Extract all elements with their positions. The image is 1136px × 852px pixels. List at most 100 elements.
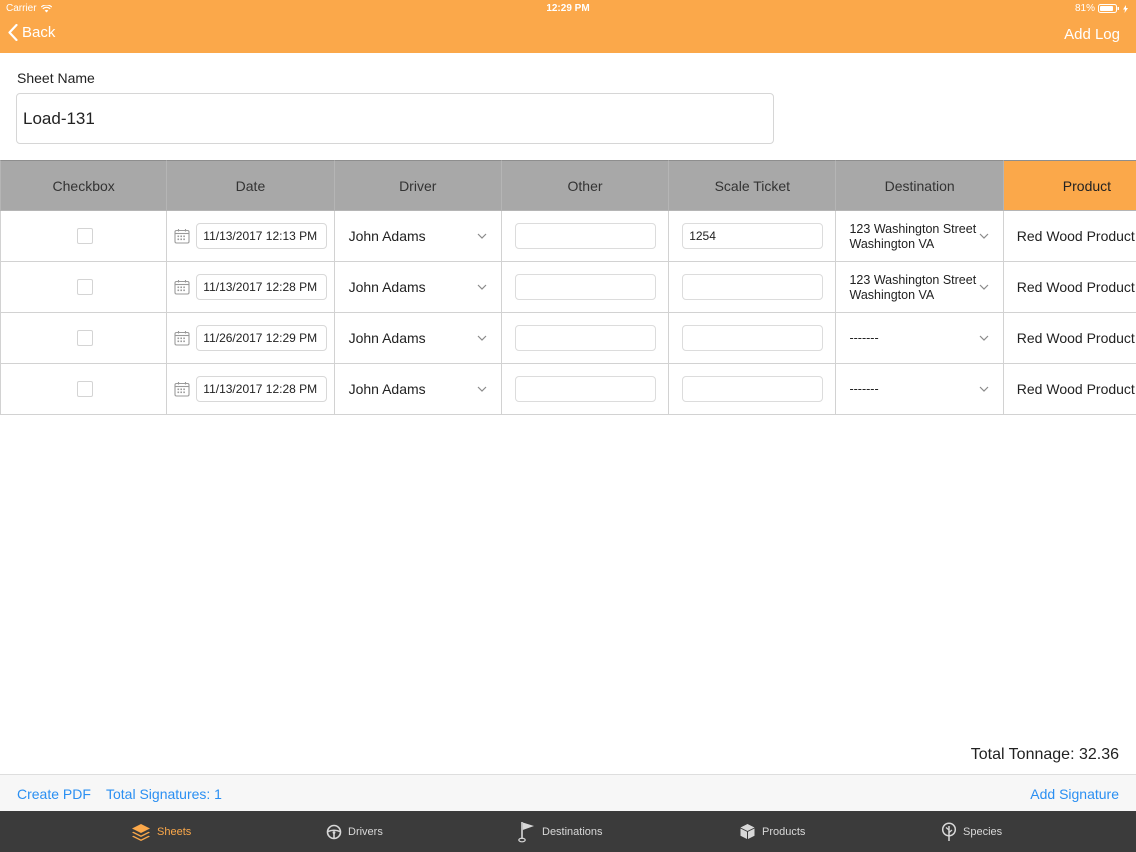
date-cell: 11/13/2017 12:13 PM (167, 211, 335, 262)
destination-value: ------- (849, 382, 879, 396)
other-input[interactable] (514, 274, 656, 300)
product-cell[interactable]: Red Wood Product (1003, 262, 1136, 313)
status-time: 12:29 PM (546, 3, 590, 14)
product-cell[interactable]: Red Wood Product (1003, 211, 1136, 262)
chevron-down-icon (477, 335, 487, 341)
other-cell (501, 313, 670, 364)
checkbox-cell (0, 262, 168, 313)
add-signature-button[interactable]: Add Signature (1030, 786, 1119, 802)
calendar-icon[interactable] (174, 279, 190, 295)
product-value: Red Wood Product (1016, 330, 1135, 346)
checkbox-cell (0, 211, 168, 262)
table-header-row: Checkbox Date Driver Other Scale Ticket … (0, 160, 1136, 211)
destination-dropdown[interactable]: ------- (836, 313, 1004, 364)
driver-value: John Adams (348, 330, 426, 346)
chevron-down-icon (979, 284, 989, 290)
product-cell[interactable]: Red Wood Product (1003, 313, 1136, 364)
log-table: Checkbox Date Driver Other Scale Ticket … (0, 160, 1136, 415)
driver-dropdown[interactable]: John Adams (334, 211, 502, 262)
chevron-down-icon (477, 233, 487, 239)
tab-species[interactable]: Species (941, 811, 1002, 852)
calendar-icon[interactable] (174, 381, 190, 397)
column-header-scale-ticket: Scale Ticket (669, 160, 837, 211)
date-field[interactable]: 11/13/2017 12:13 PM (196, 223, 328, 249)
scale-ticket-input[interactable]: 1254 (682, 223, 824, 249)
other-input[interactable] (514, 376, 656, 402)
steering-wheel-icon (326, 824, 342, 839)
column-header-checkbox: Checkbox (0, 160, 168, 211)
battery-icon (1098, 4, 1119, 13)
scale-ticket-cell: 1254 (669, 211, 837, 262)
scale-ticket-cell (669, 364, 837, 415)
chevron-down-icon (979, 335, 989, 341)
product-cell[interactable]: Red Wood Product (1003, 364, 1136, 415)
date-cell: 11/13/2017 12:28 PM (167, 364, 335, 415)
back-button[interactable]: Back (8, 24, 55, 41)
tab-drivers[interactable]: Drivers (326, 811, 383, 852)
charging-icon (1123, 4, 1128, 13)
status-battery: 81% (1075, 3, 1128, 14)
column-header-destination: Destination (836, 160, 1004, 211)
table-row: 11/13/2017 12:28 PM John Adams ------- R… (0, 364, 1136, 415)
product-value: Red Wood Product (1016, 279, 1135, 295)
table-row: 11/13/2017 12:13 PM John Adams 1254 123 … (0, 211, 1136, 262)
date-field[interactable]: 11/26/2017 12:29 PM (196, 325, 328, 351)
tab-label: Species (963, 825, 1003, 838)
table-row: 11/26/2017 12:29 PM John Adams ------- R… (0, 313, 1136, 364)
date-cell: 11/13/2017 12:28 PM (167, 262, 335, 313)
destination-value: 123 Washington Street Washington VA (849, 222, 977, 251)
checkbox-cell (0, 364, 168, 415)
chevron-down-icon (477, 386, 487, 392)
calendar-icon[interactable] (174, 228, 190, 244)
tab-bar: Sheets Drivers Destinations Products Spe… (0, 811, 1136, 852)
column-header-product[interactable]: Product (1003, 160, 1136, 211)
destination-dropdown[interactable]: 123 Washington Street Washington VA (836, 211, 1004, 262)
row-checkbox[interactable] (77, 381, 93, 397)
scale-ticket-cell (669, 313, 837, 364)
tab-label: Destinations (542, 825, 603, 838)
chevron-left-icon (8, 24, 18, 41)
tab-destinations[interactable]: Destinations (518, 811, 603, 852)
flag-icon (518, 821, 534, 842)
destination-value: ------- (849, 331, 879, 345)
product-value: Red Wood Product (1016, 381, 1135, 397)
scale-ticket-input[interactable] (682, 376, 824, 402)
driver-value: John Adams (348, 279, 426, 295)
tab-label: Drivers (348, 825, 383, 838)
table-row: 11/13/2017 12:28 PM John Adams 123 Washi… (0, 262, 1136, 313)
tab-products[interactable]: Products (739, 811, 805, 852)
create-pdf-button[interactable]: Create PDF (17, 786, 91, 802)
date-field[interactable]: 11/13/2017 12:28 PM (196, 274, 328, 300)
date-field[interactable]: 11/13/2017 12:28 PM (196, 376, 328, 402)
row-checkbox[interactable] (77, 330, 93, 346)
other-cell (501, 211, 670, 262)
other-cell (501, 262, 670, 313)
checkbox-cell (0, 313, 168, 364)
calendar-icon[interactable] (174, 330, 190, 346)
other-cell (501, 364, 670, 415)
scale-ticket-cell (669, 262, 837, 313)
destination-dropdown[interactable]: ------- (836, 364, 1004, 415)
destination-dropdown[interactable]: 123 Washington Street Washington VA (836, 262, 1004, 313)
box-icon (740, 824, 755, 839)
other-input[interactable] (514, 223, 656, 249)
row-checkbox[interactable] (77, 228, 93, 244)
other-input[interactable] (514, 325, 656, 351)
sheet-name-input[interactable]: Load-131 (16, 93, 774, 144)
scale-ticket-input[interactable] (682, 274, 824, 300)
tab-sheets[interactable]: Sheets (131, 811, 191, 852)
add-log-button[interactable]: Add Log (1064, 26, 1120, 43)
chevron-down-icon (477, 284, 487, 290)
scale-ticket-input[interactable] (682, 325, 824, 351)
total-signatures-link[interactable]: Total Signatures: 1 (106, 786, 222, 802)
driver-dropdown[interactable]: John Adams (334, 364, 502, 415)
destination-value: 123 Washington Street Washington VA (849, 273, 977, 302)
driver-dropdown[interactable]: John Adams (334, 313, 502, 364)
action-bar: Create PDF Total Signatures: 1 Add Signa… (0, 774, 1136, 811)
tree-icon (941, 821, 957, 841)
row-checkbox[interactable] (77, 279, 93, 295)
product-value: Red Wood Product (1016, 228, 1135, 244)
sheet-name-label: Sheet Name (17, 70, 95, 86)
driver-dropdown[interactable]: John Adams (334, 262, 502, 313)
column-header-other: Other (501, 160, 670, 211)
